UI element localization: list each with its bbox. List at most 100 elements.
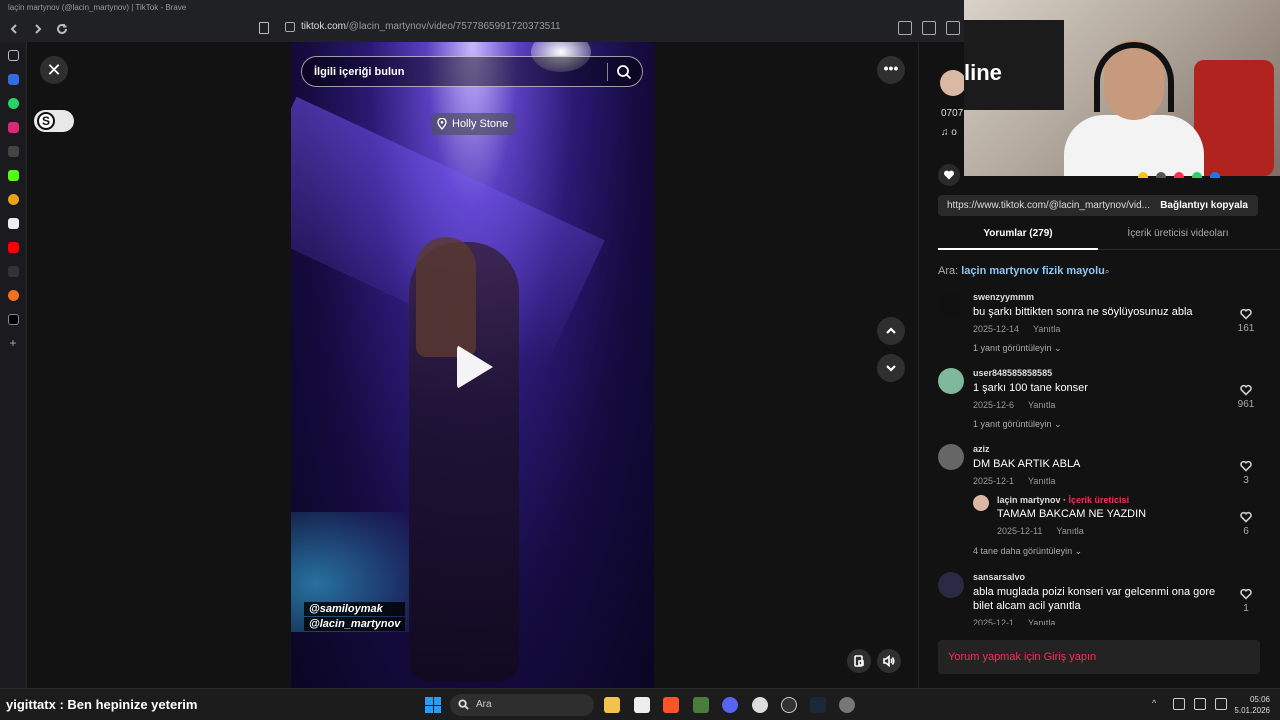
tab-comments[interactable]: Yorumlar (279) [938,228,1098,250]
cast-icon[interactable] [922,21,936,35]
location-pin-icon [437,118,447,130]
related-prefix: Ara: [938,265,959,277]
avatar[interactable] [938,444,964,470]
bookmark-icon[interactable] [259,22,269,34]
taskbar-search[interactable]: Ara [450,694,594,716]
reply-button[interactable]: Yanıtla [1028,400,1055,410]
login-to-comment-button[interactable]: Yorum yapmak için Giriş yapın [938,640,1260,674]
music-row[interactable]: ♫ o [941,127,957,138]
brave-icon[interactable] [663,697,679,713]
previous-video-button[interactable] [877,317,905,345]
steam-icon[interactable] [810,697,826,713]
comment-like[interactable]: 161 [1236,308,1256,334]
avatar[interactable] [938,292,964,318]
more-options-button[interactable]: ••• [877,56,905,84]
add-icon[interactable]: + [8,337,19,349]
reply-button[interactable]: Yanıtla [1056,526,1083,536]
app-icon[interactable] [7,194,19,205]
url-field[interactable]: tiktok.com/@lacin_martynov/video/7577865… [285,21,561,32]
extension-icon[interactable] [7,146,19,157]
tab-creator-videos[interactable]: İçerik üreticisi videoları [1098,228,1258,249]
instagram-icon[interactable] [7,122,19,133]
app-icon[interactable] [693,697,709,713]
translate-icon[interactable] [946,21,960,35]
reply-username[interactable]: laçin martynov [997,495,1061,505]
youtube-icon[interactable] [7,242,19,253]
reply-like[interactable]: 6 [1236,511,1256,537]
sidebar-panel-icon[interactable] [7,50,19,61]
system-tray: ^ [1152,698,1227,710]
creator-avatar[interactable] [940,70,966,96]
search-icon[interactable] [616,64,632,80]
site-info-icon[interactable] [285,21,295,32]
reply-button[interactable]: Yanıtla [1033,324,1060,334]
view-replies-button[interactable]: 1 yanıt görüntüleyin ⌄ [973,343,1223,354]
app-icon[interactable] [7,290,19,301]
share-icon[interactable] [1210,172,1220,178]
chevron-up-icon[interactable]: ^ [1152,698,1164,710]
location-tag[interactable]: Holly Stone [431,113,517,135]
app-icon[interactable] [752,697,768,713]
related-search-input[interactable]: İlgili içeriği bulun [301,56,643,87]
view-replies-button[interactable]: 1 yanıt görüntüleyin ⌄ [973,419,1223,430]
reply-button[interactable]: Yanıtla [1028,476,1055,486]
share-icon[interactable] [1156,172,1166,178]
kick-icon[interactable] [7,170,19,181]
clock[interactable]: 05:06 5.01.2026 [1234,694,1270,716]
volume-button[interactable] [877,649,901,673]
store-icon[interactable] [634,697,650,713]
windows-start-icon[interactable] [425,697,441,713]
chevron-down-icon: ⌄ [1074,546,1083,556]
reader-icon[interactable] [898,21,912,35]
share-icon[interactable] [1174,172,1184,178]
volume-icon[interactable] [1215,698,1227,710]
tiktok-icon[interactable] [7,314,19,325]
music-note-icon: ♫ [941,127,949,138]
forward-button[interactable] [28,19,48,39]
avatar[interactable] [973,495,989,511]
related-query[interactable]: laçin martynov fizik mayolu [961,265,1105,277]
comment-date: 2025-12-14 [973,324,1020,334]
comment-username[interactable]: swenzyymmm [973,292,1223,302]
creator-badge: İçerik üreticisi [1068,495,1130,505]
brave-vpn-icon[interactable] [7,74,19,85]
extension-toggle[interactable]: S [34,110,74,132]
related-search[interactable]: Ara: laçin martynov fizik mayolu⌕ [938,265,1109,277]
avatar[interactable] [938,572,964,598]
comment-like[interactable]: 3 [1236,460,1256,486]
music-partial: o [951,127,957,138]
discord-icon[interactable] [722,697,738,713]
app-icon[interactable] [7,266,19,277]
comment-date: 2025-12-1 [973,618,1015,625]
comment-like[interactable]: 1 [1236,588,1256,614]
share-icon[interactable] [1138,172,1148,178]
file-explorer-icon[interactable] [604,697,620,713]
view-more-replies-button[interactable]: 4 tane daha görüntüleyin ⌄ [973,546,1082,557]
whatsapp-icon[interactable] [7,98,19,109]
reload-button[interactable] [52,19,72,39]
play-icon[interactable] [457,345,493,389]
profile-partial: 0707 [941,108,964,119]
reply-button[interactable]: Yanıtla [1028,618,1055,625]
comment-username[interactable]: sansarsalvo [973,572,1223,582]
network-icon[interactable] [1194,698,1206,710]
floating-player-button[interactable] [847,649,871,673]
like-button[interactable] [938,164,960,186]
next-video-button[interactable] [877,354,905,382]
back-button[interactable] [4,19,24,39]
comment-username[interactable]: user848585858585 [973,368,1223,378]
share-icon[interactable] [1192,172,1202,178]
share-link-text[interactable]: https://www.tiktok.com/@lacin_martynov/v… [938,200,1150,211]
close-button[interactable]: ✕ [40,56,68,84]
comment-username[interactable]: aziz [973,444,1223,454]
obs-icon[interactable] [781,697,797,713]
avatar[interactable] [938,368,964,394]
settings-icon[interactable] [839,697,855,713]
copy-link-button[interactable]: Bağlantıyı kopyala [1150,195,1258,216]
comment-date: 2025-12-1 [973,476,1015,486]
search-placeholder: İlgili içeriği bulun [314,65,405,78]
like-count: 1 [1243,603,1249,614]
comment-like[interactable]: 961 [1236,384,1256,410]
microphone-icon[interactable] [1173,698,1185,710]
app-icon[interactable] [7,218,19,229]
